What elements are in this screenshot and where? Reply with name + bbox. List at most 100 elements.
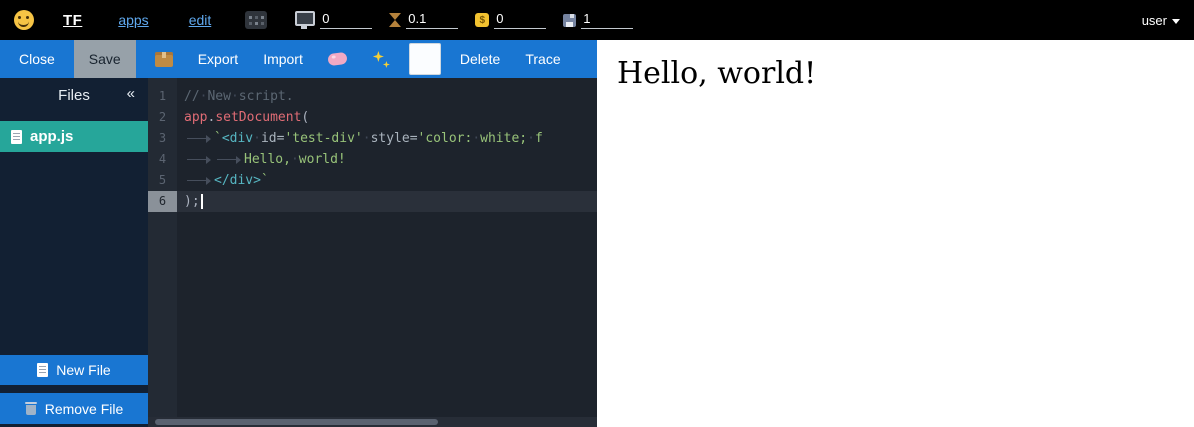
- token-property: setDocument: [215, 110, 301, 125]
- save-button[interactable]: Save: [74, 40, 136, 78]
- token-ws: ·: [231, 89, 239, 104]
- horizontal-scrollbar[interactable]: [148, 417, 597, 427]
- token-string: `: [214, 131, 222, 146]
- token-ws: ·: [363, 131, 371, 146]
- monitor-icon: [295, 11, 315, 26]
- code-area[interactable]: //·New·script.app.setDocument(`<div·id='…: [177, 78, 597, 212]
- gutter: 123456: [148, 78, 177, 427]
- gutter-line-number: 6: [148, 191, 177, 212]
- file-name: app.js: [30, 128, 73, 145]
- code-editor[interactable]: 123456 //·New·script.app.setDocument(`<d…: [148, 78, 597, 427]
- gutter-line-number: 5: [148, 170, 177, 191]
- token-tag: </div>: [214, 173, 261, 188]
- code-line[interactable]: Hello,·world!: [177, 149, 597, 170]
- topbar: TF apps edit 0 0.1 0 1 user: [0, 0, 1194, 40]
- gutter-line-number: 3: [148, 128, 177, 149]
- gutter-line-number: 1: [148, 86, 177, 107]
- export-button[interactable]: Export: [192, 40, 244, 78]
- money-icon: [475, 13, 489, 27]
- trace-button[interactable]: Trace: [519, 40, 566, 78]
- tab-whitespace-icon: [214, 149, 244, 170]
- token-variable: app: [184, 110, 207, 125]
- gutter-line-number: 2: [148, 107, 177, 128]
- hourglass-icon: [389, 13, 401, 27]
- floppy-stat-value[interactable]: 1: [581, 11, 633, 29]
- nav-edit-link[interactable]: edit: [189, 12, 212, 28]
- token-ws: ·: [527, 131, 535, 146]
- token-punct: );: [184, 194, 200, 209]
- sparkles-icon: [372, 50, 390, 68]
- sparkles-button[interactable]: [366, 40, 396, 78]
- token-comment: script.: [239, 89, 294, 104]
- token-ws: ·: [472, 131, 480, 146]
- code-line[interactable]: );: [177, 191, 597, 212]
- new-file-icon: [37, 363, 48, 377]
- token-comment: //: [184, 89, 200, 104]
- preview-heading: Hello, world!: [617, 56, 1194, 92]
- files-header: Files «: [0, 78, 148, 112]
- code-line[interactable]: </div>`: [177, 170, 597, 191]
- delete-button[interactable]: Delete: [454, 40, 506, 78]
- new-file-button[interactable]: New File: [0, 355, 148, 385]
- collapse-sidebar-button[interactable]: «: [127, 85, 135, 102]
- file-item-appjs[interactable]: app.js: [0, 121, 148, 152]
- smiley-icon[interactable]: [14, 10, 34, 30]
- scrollbar-thumb[interactable]: [155, 419, 438, 425]
- hourglass-stat: 0.1: [389, 11, 458, 30]
- token-string: 'test-div': [284, 131, 362, 146]
- token-attr: id=: [261, 131, 284, 146]
- money-stat-value[interactable]: 0: [494, 11, 546, 29]
- ide-body: Files « app.js New File Remove File: [0, 78, 597, 427]
- brand-link[interactable]: TF: [63, 12, 82, 29]
- file-icon: [11, 130, 22, 144]
- token-comment: New: [207, 89, 230, 104]
- soap-button[interactable]: [322, 40, 353, 78]
- monitor-stat: 0: [295, 11, 372, 30]
- app-thumbnail-icon[interactable]: [245, 11, 267, 29]
- token-punct: .: [207, 110, 215, 125]
- tab-whitespace-icon: [184, 128, 214, 149]
- token-string: Hello,: [244, 152, 291, 167]
- token-ws: ·: [253, 131, 261, 146]
- token-ws: ·: [291, 152, 299, 167]
- package-icon: [155, 52, 173, 67]
- package-button[interactable]: [149, 40, 179, 78]
- caret-down-icon: [1172, 19, 1180, 24]
- token-punct: (: [301, 110, 309, 125]
- new-file-label: New File: [56, 362, 110, 378]
- remove-file-button[interactable]: Remove File: [0, 393, 148, 424]
- tab-whitespace-icon: [184, 149, 214, 170]
- import-button[interactable]: Import: [257, 40, 309, 78]
- user-menu[interactable]: user: [1142, 13, 1180, 28]
- token-string: white;: [480, 131, 527, 146]
- floppy-stat: 1: [563, 11, 633, 30]
- text-cursor: [201, 194, 203, 209]
- floppy-icon: [563, 14, 576, 27]
- monitor-stat-value[interactable]: 0: [320, 11, 372, 29]
- code-line[interactable]: //·New·script.: [177, 86, 597, 107]
- sidebar-spacer: [0, 152, 148, 355]
- blank-button[interactable]: [409, 43, 441, 75]
- code-line[interactable]: app.setDocument(: [177, 107, 597, 128]
- files-sidebar: Files « app.js New File Remove File: [0, 78, 148, 427]
- soap-icon: [327, 52, 347, 67]
- hourglass-stat-value[interactable]: 0.1: [406, 11, 458, 29]
- user-menu-label: user: [1142, 13, 1167, 28]
- money-stat: 0: [475, 11, 546, 30]
- token-tag: <div: [222, 131, 253, 146]
- close-button[interactable]: Close: [13, 40, 61, 78]
- token-string: f: [535, 131, 543, 146]
- code-line[interactable]: `<div·id='test-div'·style='color:·white;…: [177, 128, 597, 149]
- tab-whitespace-icon: [184, 170, 214, 191]
- nav-apps-link[interactable]: apps: [118, 12, 148, 28]
- gutter-line-number: 4: [148, 149, 177, 170]
- token-string: 'color:: [418, 131, 473, 146]
- token-ws: ·: [200, 89, 208, 104]
- files-header-label: Files: [58, 87, 90, 104]
- preview-pane: Hello, world!: [597, 40, 1194, 427]
- token-attr: style=: [371, 131, 418, 146]
- ide-panel: Close Save Export Import Delete Trace Fi…: [0, 40, 597, 427]
- remove-file-label: Remove File: [45, 401, 124, 417]
- token-string: world!: [299, 152, 346, 167]
- topbar-stats: 0 0.1 0 1: [295, 11, 633, 30]
